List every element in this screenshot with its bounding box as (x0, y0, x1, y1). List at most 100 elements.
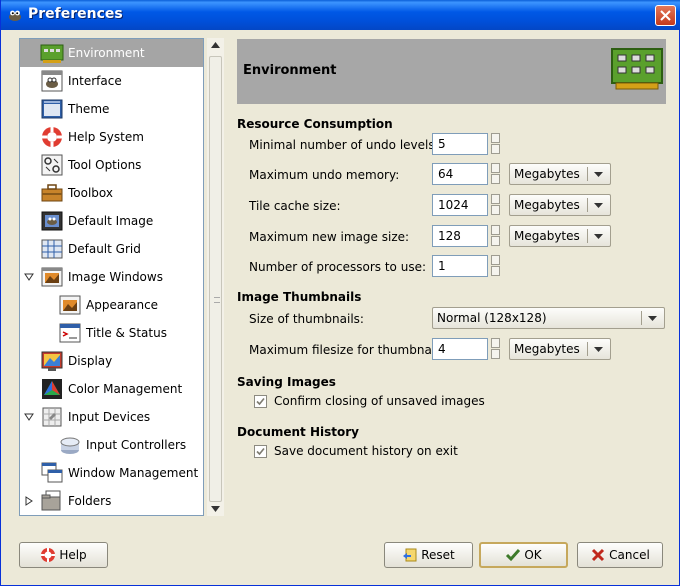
sidebar-item-label: Folders (68, 494, 112, 508)
sidebar-item-input-controllers[interactable]: Input Controllers (20, 431, 203, 459)
scroll-up-icon[interactable] (211, 42, 220, 48)
max-image-size-spinner[interactable]: 128 (432, 225, 500, 247)
title-status-icon (59, 323, 81, 343)
reset-button[interactable]: Reset (384, 542, 473, 568)
dialog-body: Environment Interface Theme Help System … (4, 30, 678, 583)
section-title-saving: Saving Images (237, 375, 336, 389)
sidebar-item-appearance[interactable]: Appearance (20, 291, 203, 319)
spin-up-icon[interactable] (491, 133, 500, 143)
thumbnail-size-label: Size of thumbnails: (249, 312, 364, 326)
max-image-size-input[interactable]: 128 (432, 225, 488, 247)
thumbnail-filesize-spinner[interactable]: 4 (432, 338, 500, 360)
processors-input[interactable]: 1 (432, 255, 488, 277)
sidebar-item-tool-options[interactable]: Tool Options (20, 151, 203, 179)
tree-scrollbar[interactable] (207, 38, 224, 516)
thumbnail-size-select[interactable]: Normal (128x128) (432, 307, 665, 329)
close-button[interactable] (655, 5, 676, 26)
undo-memory-unit-select[interactable]: Megabytes (509, 163, 611, 185)
reset-icon (403, 548, 417, 562)
sidebar-item-display[interactable]: Display (20, 347, 203, 375)
tile-cache-spinner[interactable]: 1024 (432, 194, 500, 216)
chevron-down-icon (594, 234, 603, 239)
category-tree: Environment Interface Theme Help System … (19, 38, 204, 516)
undo-memory-input[interactable]: 64 (432, 163, 488, 185)
undo-memory-spinner[interactable]: 64 (432, 163, 500, 185)
processors-label: Number of processors to use: (249, 260, 426, 274)
expander-open-icon[interactable] (24, 412, 34, 422)
ok-button-label: OK (524, 548, 542, 562)
spin-down-icon[interactable] (491, 349, 500, 359)
spin-up-icon[interactable] (491, 194, 500, 204)
spin-down-icon[interactable] (491, 266, 500, 276)
sidebar-item-title-status[interactable]: Title & Status (20, 319, 203, 347)
unit-value: Megabytes (514, 229, 580, 243)
spin-up-icon[interactable] (491, 225, 500, 235)
expander-open-icon[interactable] (24, 272, 34, 282)
chevron-down-icon (648, 316, 657, 321)
image-windows-icon (41, 267, 63, 287)
save-history-label[interactable]: Save document history on exit (274, 444, 458, 458)
default-grid-icon (41, 239, 63, 259)
sidebar-item-label: Interface (68, 74, 122, 88)
toolbox-icon (41, 184, 63, 202)
expander-closed-icon[interactable] (24, 496, 34, 506)
cancel-button[interactable]: Cancel (577, 542, 663, 568)
spin-down-icon[interactable] (491, 236, 500, 246)
sidebar-item-default-grid[interactable]: Default Grid (20, 235, 203, 263)
sidebar-item-theme[interactable]: Theme (20, 95, 203, 123)
spin-up-icon[interactable] (491, 338, 500, 348)
sidebar-item-label: Display (68, 354, 113, 368)
input-devices-icon (42, 407, 62, 427)
help-button[interactable]: Help (19, 542, 108, 568)
sidebar-item-color-management[interactable]: Color Management (20, 375, 203, 403)
tile-cache-label: Tile cache size: (249, 199, 341, 213)
window-title: Preferences (28, 6, 123, 22)
thumbnail-filesize-unit-select[interactable]: Megabytes (509, 338, 611, 360)
checkmark-icon (256, 397, 265, 406)
spin-down-icon[interactable] (491, 144, 500, 154)
default-image-icon (41, 211, 63, 231)
spin-up-icon[interactable] (491, 255, 500, 265)
gimp-icon (9, 10, 21, 21)
sidebar-item-label: Toolbox (68, 186, 113, 200)
spin-down-icon[interactable] (491, 205, 500, 215)
scrollbar-thumb[interactable] (209, 56, 222, 502)
sidebar-item-environment[interactable]: Environment (20, 39, 203, 67)
spin-up-icon[interactable] (491, 163, 500, 173)
thumbnail-filesize-input[interactable]: 4 (432, 338, 488, 360)
cancel-button-label: Cancel (609, 548, 650, 562)
spin-down-icon[interactable] (491, 174, 500, 184)
sidebar-item-image-windows[interactable]: Image Windows (20, 263, 203, 291)
undo-levels-spinner[interactable]: 5 (432, 133, 500, 155)
sidebar-item-interface[interactable]: Interface (20, 67, 203, 95)
preferences-window: Preferences Environment Interface Theme (0, 0, 680, 586)
sidebar-item-label: Default Grid (68, 242, 141, 256)
sidebar-item-toolbox[interactable]: Toolbox (20, 179, 203, 207)
section-title-history: Document History (237, 425, 359, 439)
processors-spinner[interactable]: 1 (432, 255, 500, 277)
reset-button-label: Reset (421, 548, 455, 562)
undo-levels-input[interactable]: 5 (432, 133, 488, 155)
tile-cache-unit-select[interactable]: Megabytes (509, 194, 611, 216)
sidebar-item-label: Title & Status (86, 326, 167, 340)
tile-cache-input[interactable]: 1024 (432, 194, 488, 216)
sidebar-item-label: Tool Options (68, 158, 142, 172)
sidebar-item-input-devices[interactable]: Input Devices (20, 403, 203, 431)
confirm-close-checkbox[interactable] (254, 395, 267, 408)
save-history-checkbox[interactable] (254, 445, 267, 458)
scroll-down-icon[interactable] (211, 506, 220, 512)
ok-button[interactable]: OK (479, 542, 568, 568)
tool-options-icon (41, 154, 63, 176)
sidebar-item-default-image[interactable]: Default Image (20, 207, 203, 235)
sidebar-item-window-management[interactable]: Window Management (20, 459, 203, 487)
color-management-icon (42, 379, 62, 399)
title-bar[interactable]: Preferences (1, 0, 680, 30)
sidebar-item-label: Environment (68, 46, 145, 60)
max-image-size-unit-select[interactable]: Megabytes (509, 225, 611, 247)
page-header: Environment (237, 39, 666, 104)
sidebar-item-folders[interactable]: Folders (20, 487, 203, 515)
sidebar-item-help-system[interactable]: Help System (20, 123, 203, 151)
confirm-close-label[interactable]: Confirm closing of unsaved images (274, 394, 485, 408)
chevron-down-icon (594, 172, 603, 177)
theme-icon (41, 99, 63, 119)
